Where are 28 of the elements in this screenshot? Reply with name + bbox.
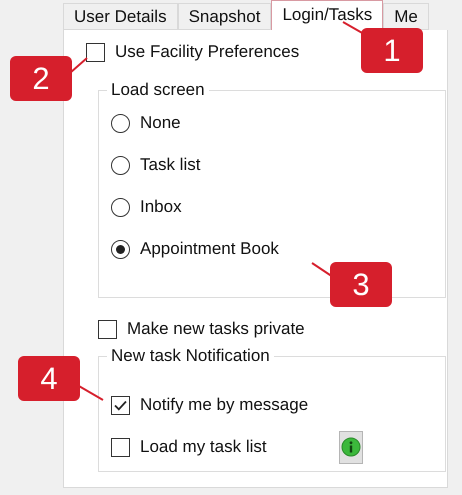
checkbox[interactable] xyxy=(111,396,130,414)
tab[interactable]: Me xyxy=(383,3,429,30)
callout-badge: 1 xyxy=(361,28,423,73)
group-title: New task Notification xyxy=(110,346,271,366)
callout-badge: 3 xyxy=(330,262,392,307)
tab[interactable]: Login/Tasks xyxy=(271,0,384,30)
checkbox-label: Load my task list xyxy=(140,437,267,457)
radio-button[interactable] xyxy=(111,114,130,132)
radio-label: Task list xyxy=(140,155,200,175)
tab[interactable]: Snapshot xyxy=(178,3,272,30)
callout-badge: 4 xyxy=(18,356,80,401)
checkbox[interactable] xyxy=(86,42,105,62)
radio-button[interactable] xyxy=(111,198,130,216)
tab[interactable]: User Details xyxy=(63,3,178,30)
checkbox-label: Notify me by message xyxy=(140,395,308,415)
checkbox[interactable] xyxy=(111,438,130,456)
info-button[interactable] xyxy=(338,430,363,464)
radio-label: Inbox xyxy=(140,197,182,217)
checkbox[interactable] xyxy=(98,320,117,338)
radio-label: None xyxy=(140,113,181,133)
checkbox-label: Make new tasks private xyxy=(127,319,305,339)
radio-button[interactable] xyxy=(111,156,130,174)
info-icon xyxy=(340,437,361,457)
checkbox-label: Use Facility Preferences xyxy=(115,42,300,62)
callout-badge: 2 xyxy=(10,56,72,101)
radio-button[interactable] xyxy=(111,240,130,258)
radio-label: Appointment Book xyxy=(140,239,279,259)
group-title: Load screen xyxy=(110,80,206,100)
